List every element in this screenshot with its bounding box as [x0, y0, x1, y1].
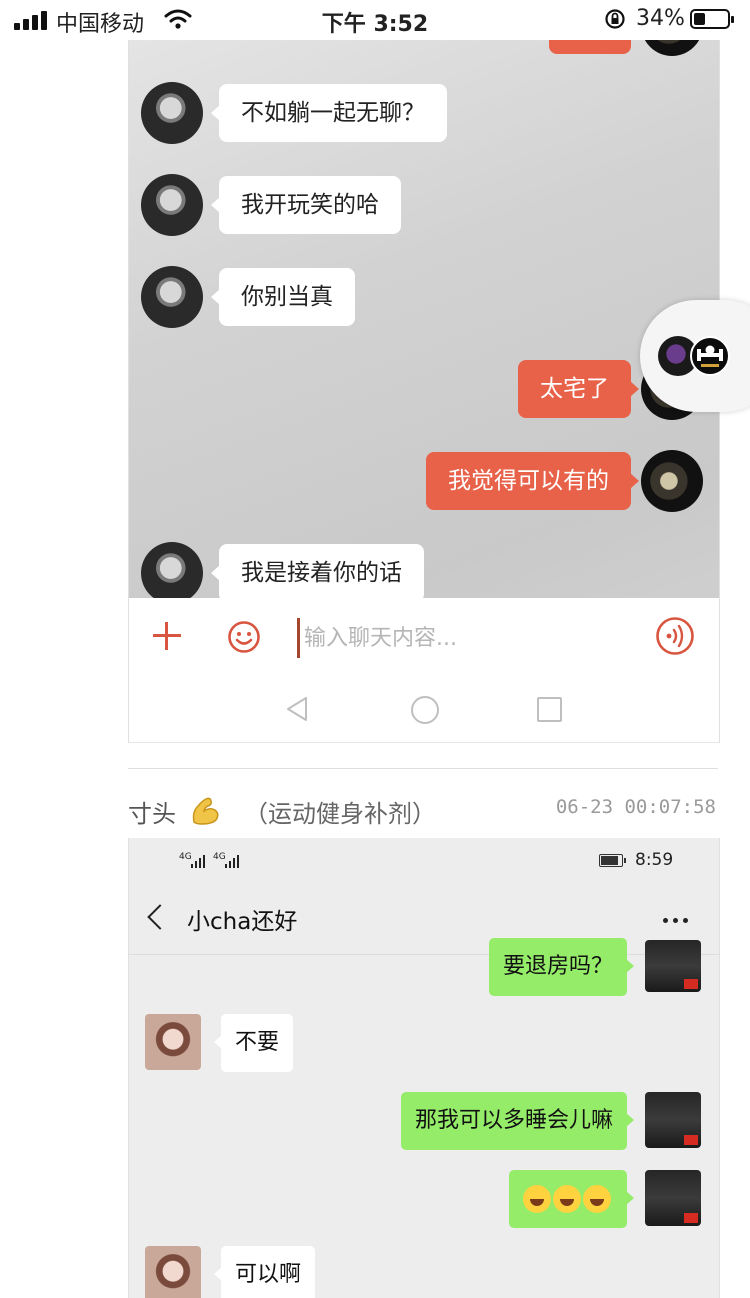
voice-icon[interactable]	[655, 616, 695, 656]
tears-of-joy-icon	[553, 1185, 581, 1213]
avatar	[141, 82, 203, 144]
floating-chat-bubble[interactable]	[640, 300, 750, 412]
avatar	[145, 1246, 201, 1298]
chat-message-input[interactable]	[297, 618, 636, 658]
message-bubble-in: 我是接着你的话	[211, 544, 424, 602]
post-divider	[128, 768, 718, 769]
battery-icon	[599, 854, 626, 867]
chat-screenshot-1: 不如躺一起无聊？ 我开玩笑的哈 你别当真 太宅了 我觉得可以有的 我是接着你的话	[128, 40, 720, 743]
avatar	[145, 1014, 201, 1070]
inner-status-time: 8:59	[635, 850, 674, 870]
avatar	[645, 940, 701, 992]
avatar	[641, 40, 703, 56]
post-author-tag: （运动健身补剂）	[244, 800, 436, 828]
emoji-icon[interactable]	[227, 620, 261, 654]
avatar	[690, 336, 730, 376]
back-triangle-icon[interactable]	[285, 696, 309, 722]
message-bubble-out: 我觉得可以有的	[426, 452, 639, 510]
back-chevron-icon[interactable]	[147, 904, 173, 930]
avatar	[141, 174, 203, 236]
message-bubble-out-emoji	[509, 1170, 634, 1228]
chat-screenshot-2: 4G 4G 8:59 小cha还好 要退房吗？ 不要 那我可以多睡会儿嘛 可以啊	[128, 838, 720, 1298]
chat-input-bar	[129, 598, 719, 676]
rotation-lock-icon	[605, 9, 625, 29]
chat-header: 小cha还好	[129, 882, 719, 955]
chat-title: 小cha还好	[187, 909, 298, 935]
message-bubble-in: 可以啊	[213, 1246, 316, 1298]
post-author-name[interactable]: 寸头	[128, 794, 176, 829]
avatar	[141, 266, 203, 328]
status-bar: 中国移动 下午 3:52 34%	[0, 0, 750, 40]
avatar	[645, 1092, 701, 1148]
inner-status-bar: 4G 4G 8:59	[129, 838, 719, 882]
battery-percent: 34%	[636, 6, 685, 31]
signal-label: 4G	[179, 852, 192, 862]
message-bubble-in: 你别当真	[211, 268, 355, 326]
post-timestamp: 06-23 00:07:58	[555, 796, 716, 818]
signal-label: 4G	[213, 852, 226, 862]
battery-icon	[690, 9, 734, 29]
message-bubble-out-partial	[549, 40, 631, 54]
more-options-icon[interactable]	[663, 918, 689, 924]
tears-of-joy-icon	[583, 1185, 611, 1213]
avatar	[645, 1170, 701, 1226]
message-bubble-in: 我开玩笑的哈	[211, 176, 401, 234]
avatar	[641, 450, 703, 512]
tears-of-joy-icon	[523, 1185, 551, 1213]
flexed-biceps-icon	[192, 797, 219, 825]
message-bubble-in: 不要	[213, 1014, 294, 1072]
message-bubble-out: 太宅了	[518, 360, 639, 418]
recent-apps-square-icon[interactable]	[537, 697, 562, 722]
battery-fill	[694, 13, 705, 25]
message-bubble-out: 那我可以多睡会儿嘛	[400, 1092, 635, 1150]
home-circle-icon[interactable]	[411, 696, 439, 724]
android-nav-bar	[129, 676, 719, 742]
message-bubble-out: 要退房吗？	[488, 938, 635, 996]
signal-bars-icon	[225, 854, 241, 868]
avatar	[141, 542, 203, 604]
signal-bars-icon	[191, 854, 207, 868]
message-bubble-in: 不如躺一起无聊？	[211, 84, 447, 142]
plus-icon[interactable]	[151, 620, 183, 652]
gym-logo-icon	[697, 345, 723, 367]
